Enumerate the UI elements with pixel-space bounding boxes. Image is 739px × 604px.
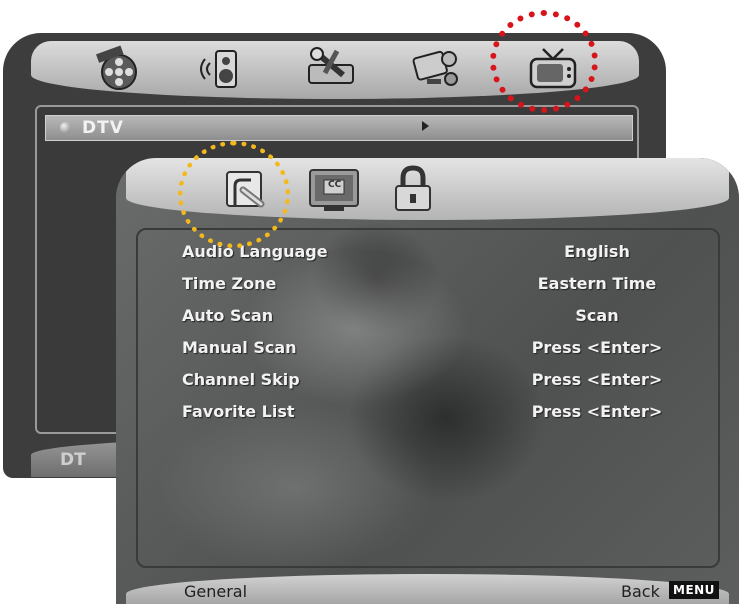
setting-row-manual-scan[interactable]: Manual Scan Press <Enter> bbox=[182, 338, 682, 364]
main-menu-footer-label: DT bbox=[60, 450, 86, 470]
highlight-circle-red bbox=[490, 10, 598, 113]
setting-label: Favorite List bbox=[182, 402, 295, 421]
setting-value: Press <Enter> bbox=[531, 402, 663, 421]
monitor-settings-icon[interactable] bbox=[409, 45, 465, 93]
setting-value: Eastern Time bbox=[537, 274, 657, 293]
highlight-circle-yellow bbox=[178, 141, 290, 248]
setting-row-time-zone[interactable]: Time Zone Eastern Time bbox=[182, 274, 682, 300]
setting-row-channel-skip[interactable]: Channel Skip Press <Enter> bbox=[182, 370, 682, 396]
setting-label: Auto Scan bbox=[182, 306, 274, 325]
cc-label: CC bbox=[328, 180, 342, 190]
tools-icon[interactable] bbox=[303, 45, 359, 93]
setting-value: Scan bbox=[575, 306, 619, 325]
closed-caption-icon[interactable]: CC bbox=[306, 164, 362, 214]
setting-row-favorite-list[interactable]: Favorite List Press <Enter> bbox=[182, 402, 682, 428]
footer-back-label: Back bbox=[621, 582, 660, 601]
setting-label: Manual Scan bbox=[182, 338, 297, 357]
setting-value: English bbox=[564, 242, 630, 261]
menu-key-badge[interactable]: MENU bbox=[669, 581, 719, 599]
radio-dot-icon bbox=[60, 122, 71, 133]
film-reel-icon[interactable] bbox=[89, 45, 145, 93]
speaker-icon[interactable] bbox=[194, 45, 250, 93]
menu-item-label: DTV bbox=[82, 118, 124, 138]
settings-list: Audio Language English Time Zone Eastern… bbox=[136, 228, 720, 568]
submenu-arrow-icon bbox=[422, 121, 429, 131]
setting-row-auto-scan[interactable]: Auto Scan Scan bbox=[182, 306, 682, 332]
setting-label: Channel Skip bbox=[182, 370, 300, 389]
lock-icon[interactable] bbox=[388, 164, 438, 214]
setting-label: Audio Language bbox=[182, 242, 328, 261]
setting-row-audio-language[interactable]: Audio Language English bbox=[182, 242, 682, 268]
menu-item-dtv[interactable]: DTV bbox=[45, 115, 633, 141]
footer-section-label: General bbox=[184, 582, 248, 601]
setting-value: Press <Enter> bbox=[531, 338, 663, 357]
setting-value: Press <Enter> bbox=[531, 370, 663, 389]
setting-label: Time Zone bbox=[182, 274, 277, 293]
